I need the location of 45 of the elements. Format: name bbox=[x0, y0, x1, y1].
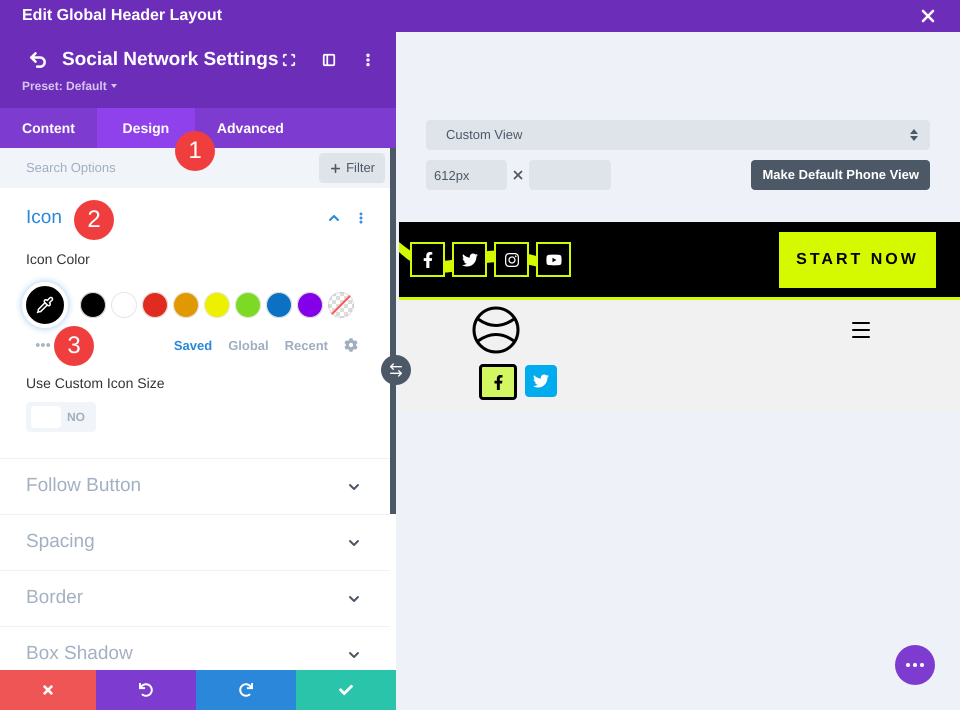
bird-icon bbox=[533, 373, 549, 389]
resize-arrows-icon bbox=[388, 362, 404, 378]
select-arrows-icon bbox=[910, 129, 918, 141]
color-swatch[interactable] bbox=[111, 292, 137, 318]
plus-icon bbox=[329, 162, 342, 174]
redo-icon bbox=[239, 683, 253, 697]
more-icon bbox=[906, 663, 924, 667]
close-icon bbox=[41, 683, 55, 697]
color-swatch[interactable] bbox=[235, 292, 261, 318]
ball-logo-icon bbox=[472, 306, 520, 354]
times-icon bbox=[511, 168, 525, 182]
color-swatch[interactable] bbox=[142, 292, 168, 318]
start-now-button[interactable]: START NOW bbox=[779, 232, 936, 288]
field-label: Icon Color bbox=[26, 250, 91, 268]
eyedropper-icon bbox=[36, 296, 54, 314]
back-icon[interactable] bbox=[28, 50, 48, 70]
more-options-button[interactable] bbox=[895, 645, 935, 685]
fullscreen-icon[interactable] bbox=[282, 53, 296, 68]
tab[interactable]: Content bbox=[0, 108, 97, 148]
undo-icon bbox=[139, 683, 153, 697]
color-swatch[interactable] bbox=[266, 292, 292, 318]
bird-icon bbox=[462, 252, 478, 268]
color-swatch[interactable] bbox=[297, 292, 323, 318]
palette-tab[interactable]: Saved bbox=[174, 336, 212, 355]
section-title[interactable]: Icon bbox=[26, 204, 62, 232]
color-swatch[interactable] bbox=[80, 292, 106, 318]
preset-dropdown[interactable]: Preset: Default bbox=[22, 76, 117, 94]
play-icon bbox=[546, 252, 562, 268]
color-swatch[interactable] bbox=[173, 292, 199, 318]
camera-icon bbox=[504, 252, 520, 268]
width-field[interactable]: 612px bbox=[426, 160, 507, 190]
view-select[interactable]: Custom View bbox=[426, 120, 930, 150]
no-color-swatch[interactable] bbox=[328, 292, 354, 318]
make-default-button[interactable]: Make Default Phone View bbox=[751, 160, 930, 190]
panel-title: Social Network Settings bbox=[62, 48, 280, 72]
social-button[interactable] bbox=[479, 364, 517, 400]
filter-button[interactable]: Filter bbox=[319, 153, 385, 183]
panel-layout-icon[interactable] bbox=[322, 53, 336, 68]
color-swatch[interactable] bbox=[204, 292, 230, 318]
field-label: Use Custom Icon Size bbox=[26, 374, 166, 393]
check-icon bbox=[339, 683, 353, 697]
caret-icon bbox=[110, 84, 117, 88]
window-title: Edit Global Header Layout bbox=[22, 6, 222, 26]
step-badge: 3 bbox=[54, 326, 94, 366]
step-badge: 2 bbox=[74, 200, 114, 240]
